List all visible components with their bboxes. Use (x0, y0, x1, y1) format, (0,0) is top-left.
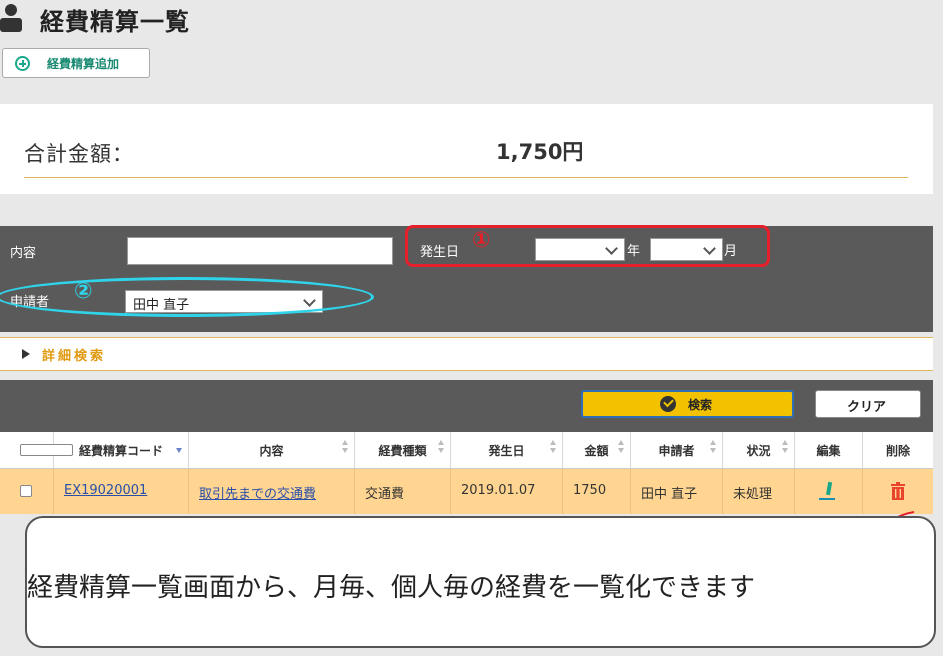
column-header-content[interactable]: 内容 (189, 432, 355, 469)
column-header-code[interactable]: 経費精算コード (54, 432, 189, 469)
sort-icon (438, 440, 444, 445)
cell-code: EX19020001 (54, 469, 189, 514)
page-title: 経費精算一覧 (40, 8, 190, 36)
row-checkbox[interactable] (20, 485, 32, 497)
sort-icon (342, 440, 348, 445)
column-label: 経費種類 (378, 444, 427, 458)
sort-icon (710, 448, 716, 453)
add-expense-label: 経費精算追加 (47, 57, 120, 71)
expense-date: 2019.01.07 (461, 483, 536, 498)
total-label: 合計金額： (24, 142, 134, 166)
column-label: 内容 (259, 444, 284, 458)
sort-icon (618, 440, 624, 445)
cell-content: 取引先までの交通費 (189, 469, 355, 514)
sort-icon (782, 440, 788, 445)
expense-applicant: 田中 直子 (641, 487, 698, 502)
divider (24, 177, 908, 178)
annotation-marker-1: ① (472, 228, 491, 253)
table-row[interactable]: EX19020001 取引先までの交通費 交通費 2019.01.07 1750… (0, 469, 933, 514)
sort-icon (550, 448, 556, 453)
column-label: 経費精算コード (78, 444, 163, 458)
content-label: 内容 (10, 246, 37, 261)
column-label: 申請者 (658, 444, 695, 458)
annotation-ellipse-2 (0, 277, 374, 317)
row-select-cell (0, 469, 54, 514)
column-label: 編集 (816, 444, 841, 458)
cell-type: 交通費 (355, 469, 451, 514)
detail-search-label: 詳細検索 (42, 349, 107, 364)
clear-button-label: クリア (847, 400, 887, 415)
search-button-label: 検索 (688, 398, 713, 412)
column-header-applicant[interactable]: 申請者 (631, 432, 723, 469)
callout-text: 経費精算一覧画面から、月毎、個人毎の経費を一覧化できます (27, 573, 756, 603)
column-label: 発生日 (488, 444, 525, 458)
expense-code-link[interactable]: EX19020001 (64, 483, 147, 498)
cell-date: 2019.01.07 (451, 469, 563, 514)
sort-icon (550, 440, 556, 445)
expense-content-link[interactable]: 取引先までの交通費 (199, 483, 316, 502)
triangle-right-icon (22, 349, 30, 359)
column-header-status[interactable]: 状況 (723, 432, 795, 469)
total-panel (0, 104, 933, 194)
expense-status: 未処理 (733, 487, 773, 502)
check-circle-icon (660, 396, 676, 412)
select-all-cell (0, 432, 73, 469)
expense-type: 交通費 (365, 487, 405, 502)
user-icon (0, 4, 22, 32)
table-header: 経費精算コード 内容 経費種類 発生日 金額 申請者 状況 編集 削除 (0, 432, 933, 469)
add-expense-button[interactable]: 経費精算追加 (2, 48, 150, 78)
column-header-amount[interactable]: 金額 (563, 432, 631, 469)
sort-icon (438, 448, 444, 453)
sort-icon (342, 448, 348, 453)
sort-desc-icon (176, 448, 182, 453)
edit-pencil-icon[interactable] (818, 481, 836, 501)
column-header-edit: 編集 (795, 432, 863, 469)
cell-applicant: 田中 直子 (631, 469, 723, 514)
annotation-marker-2: ② (74, 279, 93, 304)
trash-icon[interactable] (890, 482, 906, 500)
sort-icon (710, 440, 716, 445)
sort-icon (782, 448, 788, 453)
detail-search-toggle[interactable] (0, 337, 933, 371)
column-label: 削除 (885, 444, 910, 458)
annotation-box-1 (405, 225, 770, 267)
content-input[interactable] (127, 237, 393, 265)
expense-amount: 1750 (573, 483, 607, 498)
cell-status: 未処理 (723, 469, 795, 514)
total-value: 1,750円 (496, 140, 584, 164)
column-header-type[interactable]: 経費種類 (355, 432, 451, 469)
column-header-date[interactable]: 発生日 (451, 432, 563, 469)
plus-circle-icon (15, 56, 30, 71)
column-header-delete: 削除 (863, 432, 933, 469)
cell-amount: 1750 (563, 469, 631, 514)
sort-icon (618, 448, 624, 453)
